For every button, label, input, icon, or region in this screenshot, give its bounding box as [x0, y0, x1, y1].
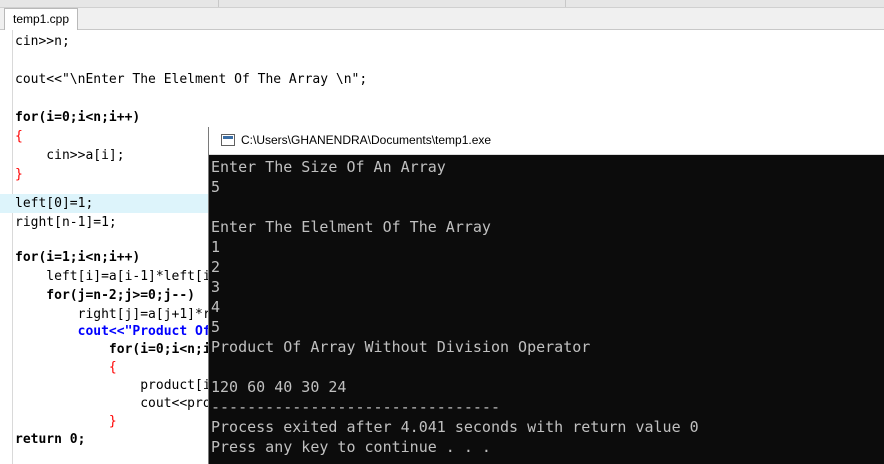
console-line: Process exited after 4.041 seconds with … [211, 418, 699, 436]
console-output: Enter The Size Of An Array 5 Enter The E… [209, 155, 884, 464]
code-line: { [15, 127, 23, 146]
code-line: for(i=0;i<n;i++) [15, 340, 234, 359]
console-line: 3 [211, 278, 221, 296]
console-line: 2 [211, 258, 221, 276]
code-text: } [15, 414, 117, 429]
console-line: Enter The Elelment Of The Array [211, 218, 491, 236]
code-text: right[n-1]=1; [15, 215, 117, 230]
console-title: C:\Users\GHANENDRA\Documents\temp1.exe [241, 133, 492, 147]
console-line: -------------------------------- [211, 398, 500, 416]
code-line: for(j=n-2;j>=0;j--) [15, 286, 195, 305]
editor-tab-bar: temp1.cpp [0, 0, 884, 30]
tab-temp1-cpp[interactable]: temp1.cpp [4, 8, 79, 30]
code-text: } [15, 167, 23, 182]
code-line: for(i=0;i<n;i++) [15, 108, 140, 127]
code-line: } [15, 412, 117, 431]
gutter-divider [12, 30, 13, 464]
console-line: 1 [211, 238, 221, 256]
code-text: for(i=0;i<n;i++) [15, 342, 235, 357]
console-line: Enter The Size Of An Array [211, 158, 446, 176]
code-line: for(i=1;i<n;i++) [15, 248, 140, 267]
code-text: cin>>a[i]; [15, 148, 125, 163]
code-line: } [15, 165, 23, 184]
code-text: return 0; [15, 432, 86, 447]
console-line: Press any key to continue . . . [211, 438, 491, 456]
console-line: Product Of Array Without Division Operat… [211, 338, 591, 356]
console-line: 4 [211, 298, 221, 316]
console-line: 120 60 40 30 24 [211, 378, 347, 396]
console-line: 5 [211, 318, 221, 336]
tab-label: temp1.cpp [13, 12, 70, 26]
code-line: left[0]=1; [15, 194, 93, 213]
code-text: cout<<"\nEnter The Elelment Of The Array… [15, 72, 368, 87]
tab-bar-top-strip [0, 0, 884, 8]
console-app-icon [221, 134, 235, 146]
console-line: 5 [211, 178, 221, 196]
code-line: { [15, 358, 117, 377]
code-text: for(i=0;i<n;i++) [15, 110, 141, 125]
console-titlebar[interactable]: C:\Users\GHANENDRA\Documents\temp1.exe [209, 127, 884, 155]
code-text: { [15, 360, 117, 375]
code-text: cin>>n; [15, 34, 70, 49]
code-line: cout<<"\nEnter The Elelment Of The Array… [15, 70, 367, 89]
code-text: left[0]=1; [15, 196, 94, 211]
code-line: return 0; [15, 430, 85, 449]
code-line: cin>>n; [15, 32, 70, 51]
code-line: right[n-1]=1; [15, 213, 117, 232]
code-line: cin>>a[i]; [15, 146, 125, 165]
code-text: for(j=n-2;j>=0;j--) [15, 288, 196, 303]
console-window[interactable]: C:\Users\GHANENDRA\Documents\temp1.exe E… [208, 127, 884, 464]
code-text: for(i=1;i<n;i++) [15, 250, 141, 265]
code-text: { [15, 129, 23, 144]
